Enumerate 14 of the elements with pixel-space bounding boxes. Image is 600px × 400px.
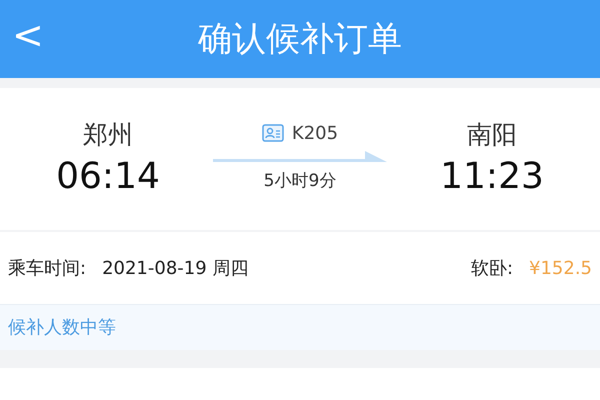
train-number: K205 <box>292 122 338 146</box>
arrival-time: 11:23 <box>439 156 545 197</box>
waitlist-notice: 候补人数中等 <box>8 316 116 340</box>
page-title: 确认候补订单 <box>198 22 402 56</box>
id-card-icon <box>262 124 284 142</box>
back-button[interactable]: < <box>12 16 44 54</box>
travel-date: 2021-08-19 周四 <box>102 256 248 280</box>
date-label: 乘车时间: <box>8 256 86 280</box>
ticket-price: ¥152.5 <box>529 256 592 280</box>
station-name: 南阳 <box>466 121 518 149</box>
trip-duration: 5小时9分 <box>264 170 336 193</box>
seat-type-label: 软卧: <box>470 256 514 280</box>
departure-time: 06:14 <box>55 156 161 197</box>
station-name: 郑州 <box>82 121 134 149</box>
